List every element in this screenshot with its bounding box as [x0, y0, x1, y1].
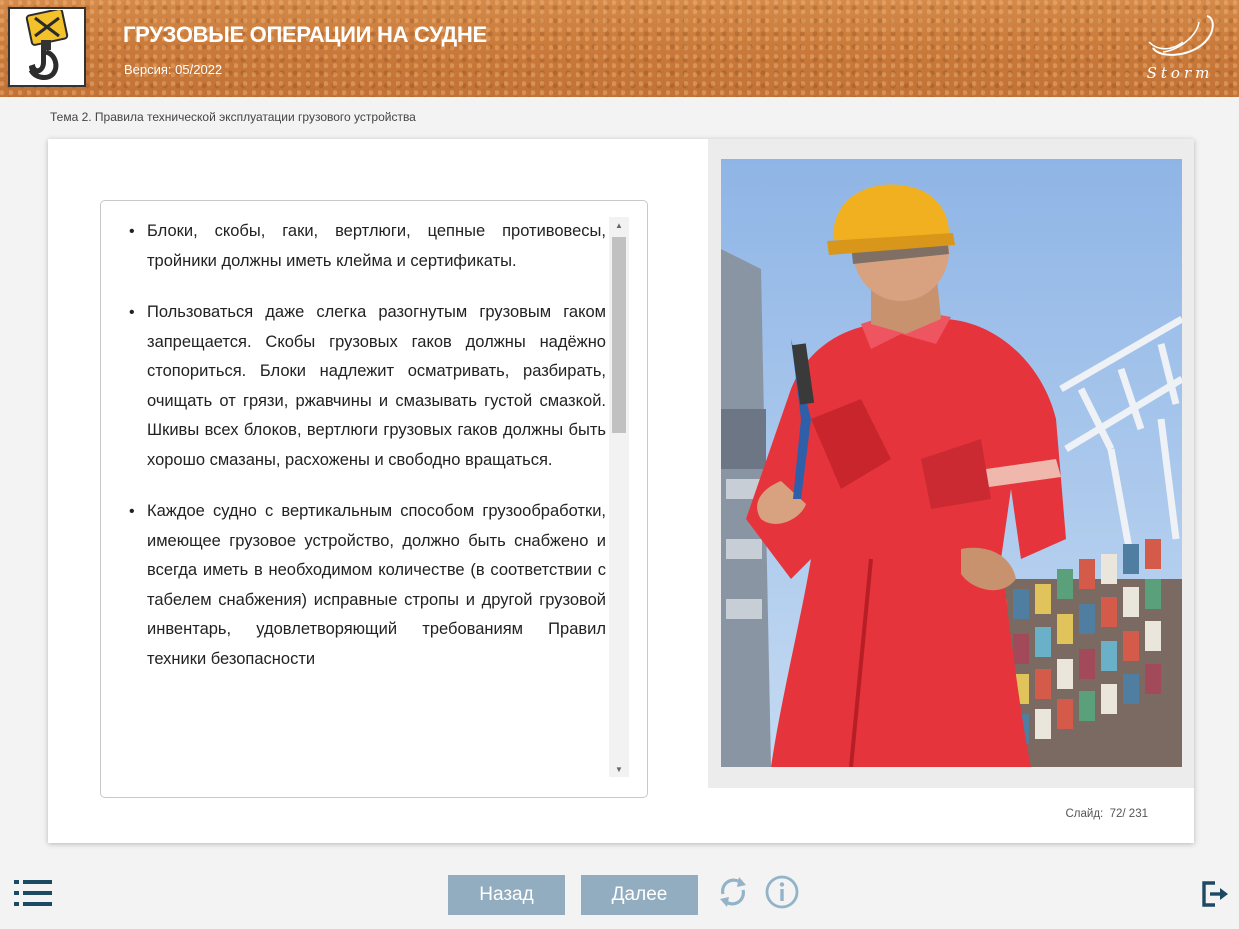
list-item: Пользоваться даже слегка разогнутым груз… [129, 298, 606, 475]
menu-button[interactable] [14, 880, 52, 906]
course-logo [8, 7, 86, 87]
scroll-down-arrow-icon[interactable]: ▼ [609, 761, 629, 777]
brand-logo: Storm [1139, 12, 1221, 84]
list-item: Каждое судно с вертикальным способом гру… [129, 497, 606, 674]
slide-card: Блоки, скобы, гаки, вертлюги, цепные про… [48, 139, 1194, 843]
course-title: ГРУЗОВЫЕ ОПЕРАЦИИ НА СУДНЕ [123, 22, 487, 47]
scroll-up-arrow-icon[interactable]: ▲ [609, 217, 629, 233]
text-panel: Блоки, скобы, гаки, вертлюги, цепные про… [100, 200, 648, 798]
text-scroll-area[interactable]: Блоки, скобы, гаки, вертлюги, цепные про… [101, 201, 606, 778]
reload-button[interactable] [715, 874, 751, 910]
breadcrumb: Тема 2. Правила технической эксплуатации… [50, 110, 416, 124]
course-version: Версия: 05/2022 [124, 62, 223, 77]
storm-swirl-icon [1148, 15, 1214, 56]
slide-counter-value: 72/ 231 [1109, 808, 1148, 820]
info-button[interactable] [764, 874, 800, 910]
list-menu-icon [14, 880, 52, 906]
brand-name: Storm [1146, 64, 1214, 82]
slide-counter: Слайд: 72/ 231 [1065, 808, 1148, 820]
header-bar: ГРУЗОВЫЕ ОПЕРАЦИИ НА СУДНЕ Версия: 05/20… [0, 0, 1239, 97]
back-button[interactable]: Назад [448, 875, 565, 915]
crane-hook-icon [25, 10, 69, 80]
scroll-thumb[interactable] [612, 237, 626, 433]
worker-illustration [721, 159, 1182, 767]
image-frame [708, 139, 1194, 788]
info-icon [765, 875, 799, 909]
exit-button[interactable] [1201, 880, 1229, 908]
reload-icon [720, 877, 746, 907]
vertical-scrollbar[interactable]: ▲ ▼ [609, 217, 629, 777]
bullet-list: Блоки, скобы, гаки, вертлюги, цепные про… [129, 217, 606, 674]
exit-icon [1202, 881, 1228, 907]
next-button[interactable]: Далее [581, 875, 698, 915]
list-item: Блоки, скобы, гаки, вертлюги, цепные про… [129, 217, 606, 276]
worker-photo [721, 159, 1182, 767]
slide-counter-label: Слайд: [1065, 808, 1104, 820]
